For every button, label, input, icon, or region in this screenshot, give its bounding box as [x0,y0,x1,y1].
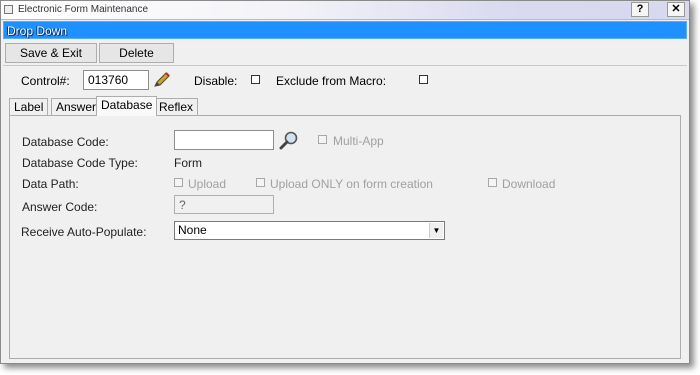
upload-only-label: Upload ONLY on form creation [270,177,433,191]
help-button[interactable]: ? [631,2,649,17]
tab-database[interactable]: Database [96,96,158,116]
database-code-type-value: Form [174,156,202,170]
download-checkbox[interactable] [488,178,497,187]
tab-reflex[interactable]: Reflex [154,98,199,116]
data-path-label: Data Path: [22,177,79,191]
exclude-macro-checkbox[interactable] [419,75,428,84]
save-exit-button[interactable]: Save & Exit [5,43,97,63]
tab-label[interactable]: Label [9,98,49,116]
pencil-icon[interactable] [152,71,172,89]
receive-auto-populate-value: None [178,223,207,237]
database-panel: Database Code: Multi-App Database Code T… [9,115,681,359]
chevron-down-icon[interactable]: ▼ [429,223,443,238]
database-code-label: Database Code: [22,135,109,149]
control-number-field[interactable]: 013760 [83,70,149,90]
close-button[interactable]: ✕ [667,2,685,17]
header-banner: Drop Down [3,21,687,39]
upload-only-checkbox[interactable] [256,178,265,187]
receive-auto-populate-select[interactable]: None ▼ [174,221,445,240]
disable-label: Disable: [194,74,238,88]
form-maintenance-window: Electronic Form Maintenance ? ✕ Drop Dow… [0,0,690,364]
title-bar: Electronic Form Maintenance ? ✕ [1,1,689,20]
database-code-field[interactable] [174,130,274,150]
app-icon [4,5,13,14]
window-title: Electronic Form Maintenance [18,4,149,15]
answer-code-label: Answer Code: [22,200,98,214]
download-label: Download [502,177,556,191]
answer-code-field[interactable]: ? [174,195,274,214]
disable-checkbox[interactable] [251,75,260,84]
exclude-macro-label: Exclude from Macro: [276,74,387,88]
upload-checkbox[interactable] [174,178,183,187]
multi-app-label: Multi-App [333,134,384,148]
receive-auto-populate-label: Receive Auto-Populate: [21,225,147,239]
multi-app-checkbox[interactable] [318,135,327,144]
delete-button[interactable]: Delete [99,43,174,63]
upload-label: Upload [188,177,227,191]
banner-title: Drop Down [7,24,68,38]
tab-answer[interactable]: Answer [51,98,102,116]
control-number-label: Control#: [21,74,70,88]
toolbar-divider [3,65,687,66]
search-icon[interactable] [278,130,300,150]
database-code-type-label: Database Code Type: [22,156,138,170]
